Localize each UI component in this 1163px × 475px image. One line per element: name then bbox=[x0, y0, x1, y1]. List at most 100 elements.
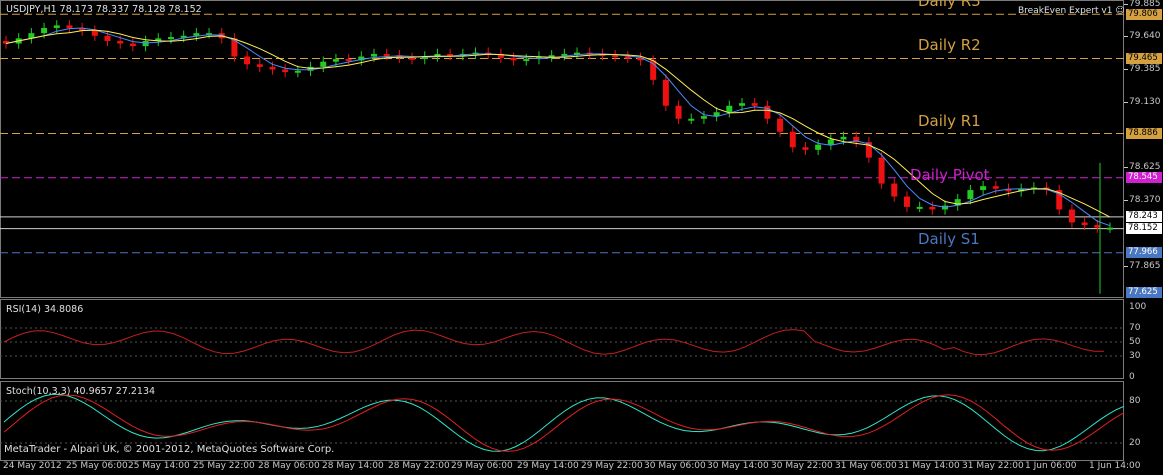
rsi-axis-label: 100 bbox=[1129, 302, 1147, 312]
expert-name: BreakEven Expert v1 ☺ bbox=[1018, 6, 1125, 16]
candle-body bbox=[282, 69, 289, 73]
rsi-axis-label: 30 bbox=[1129, 351, 1141, 361]
price-axis-tick bbox=[1124, 167, 1128, 169]
candle-body bbox=[662, 79, 669, 106]
candle-body bbox=[104, 35, 111, 41]
candle-body bbox=[1081, 222, 1088, 226]
rsi-canvas[interactable] bbox=[0, 299, 1124, 379]
price-tag: 77.966 bbox=[1126, 247, 1162, 259]
time-axis-label: 29 May 06:00 bbox=[451, 461, 513, 471]
price-axis-tick bbox=[1124, 101, 1128, 103]
candle-body bbox=[320, 61, 327, 67]
candle-body bbox=[1068, 209, 1075, 223]
level-label-1: Daily R2 bbox=[918, 36, 981, 55]
candle-body bbox=[992, 186, 999, 189]
candle-body bbox=[903, 196, 910, 207]
rsi-axis-label: 50 bbox=[1129, 337, 1141, 347]
candle-body bbox=[345, 59, 352, 62]
price-tag: 78.886 bbox=[1126, 128, 1162, 140]
price-tag: 79.806 bbox=[1126, 8, 1162, 20]
candle-body bbox=[802, 147, 809, 150]
time-axis-label: 30 May 06:00 bbox=[644, 461, 706, 471]
chart-header: USDJPY,H1 78.173 78.337 78.128 78.152 bbox=[6, 4, 202, 15]
candle-body bbox=[1094, 225, 1101, 228]
time-axis-label: 31 May 14:00 bbox=[898, 461, 960, 471]
time-axis-label: 31 May 22:00 bbox=[962, 461, 1024, 471]
price-axis-label: 79.130 bbox=[1129, 96, 1161, 107]
candle-body bbox=[41, 27, 48, 34]
candle-body bbox=[624, 56, 631, 59]
time-axis-label: 1 Jun 14:00 bbox=[1089, 461, 1141, 471]
price-axis-label: 78.625 bbox=[1129, 162, 1161, 173]
candle-body bbox=[129, 43, 136, 47]
price-tag: 78.243 bbox=[1126, 211, 1162, 223]
candle-body bbox=[700, 116, 707, 119]
candle-body bbox=[777, 118, 784, 132]
candle-body bbox=[980, 186, 987, 191]
stochastic-header: Stoch(10,3,3) 40.9657 27.2134 bbox=[6, 386, 156, 397]
candle-body bbox=[688, 118, 695, 121]
candle-body bbox=[726, 105, 733, 113]
price-axis-tick bbox=[1124, 200, 1128, 202]
rsi-axis-label: 70 bbox=[1129, 323, 1141, 333]
level-label-4: Daily S1 bbox=[918, 229, 980, 248]
time-axis-label: 29 May 22:00 bbox=[581, 461, 643, 471]
level-label-2: Daily R1 bbox=[918, 111, 981, 130]
price-tag: 78.545 bbox=[1126, 172, 1162, 184]
candle-body bbox=[878, 157, 885, 184]
time-axis-label: 30 May 14:00 bbox=[707, 461, 769, 471]
level-label-3: Daily Pivot bbox=[910, 165, 990, 184]
time-axis-label: 28 May 06:00 bbox=[258, 461, 320, 471]
time-axis-label: 28 May 14:00 bbox=[322, 461, 384, 471]
price-axis-label: 77.865 bbox=[1129, 260, 1161, 271]
time-axis-label: 25 May 06:00 bbox=[66, 461, 128, 471]
expert-label: BreakEven Expert v1 bbox=[1018, 6, 1113, 16]
time-axis-label: 25 May 14:00 bbox=[128, 461, 190, 471]
stochastic-axis: 80 20 bbox=[1124, 381, 1163, 461]
time-axis-label: 24 May 2012 bbox=[3, 461, 62, 471]
price-tag: 78.152 bbox=[1126, 223, 1162, 235]
price-axis-label: 78.370 bbox=[1129, 195, 1161, 206]
candle-body bbox=[739, 103, 745, 106]
candle-body bbox=[612, 55, 619, 58]
candle-body bbox=[269, 66, 276, 70]
rsi-axis: 100 70 50 30 0 bbox=[1124, 299, 1163, 382]
rsi-line bbox=[3, 329, 1104, 356]
candle-body bbox=[840, 136, 847, 140]
time-axis-label: 25 May 22:00 bbox=[193, 461, 255, 471]
price-axis-label: 79.640 bbox=[1129, 30, 1161, 41]
candle-body bbox=[523, 59, 530, 62]
time-axis-label: 1 Jun 06:00 bbox=[1025, 461, 1077, 471]
time-axis-label: 31 May 06:00 bbox=[835, 461, 897, 471]
time-axis-label: 29 May 14:00 bbox=[517, 461, 579, 471]
candle-body bbox=[294, 70, 301, 73]
candle-body bbox=[916, 206, 923, 209]
time-axis-label: 28 May 22:00 bbox=[388, 461, 450, 471]
candle-body bbox=[91, 30, 98, 36]
stochastic-axis-label: 80 bbox=[1129, 396, 1141, 406]
candle-body bbox=[827, 139, 834, 145]
candle-body bbox=[193, 33, 200, 36]
stochastic-axis-label: 20 bbox=[1129, 438, 1141, 448]
candle-body bbox=[675, 105, 682, 119]
price-axis-label: 79.385 bbox=[1129, 63, 1161, 74]
candle-body bbox=[66, 25, 73, 28]
price-axis-label: 79.885 bbox=[1129, 0, 1161, 9]
copyright-footer: MetaTrader - Alpari UK, © 2001-2012, Met… bbox=[4, 444, 335, 455]
candle-body bbox=[332, 59, 339, 62]
price-tag: 79.465 bbox=[1126, 52, 1162, 64]
candle-body bbox=[383, 53, 390, 56]
price-axis-tick bbox=[1124, 4, 1128, 5]
price-axis-tick bbox=[1124, 265, 1128, 267]
candle-body bbox=[751, 103, 758, 106]
price-tag: 77.625 bbox=[1126, 287, 1162, 298]
price-axis-tick bbox=[1124, 68, 1128, 70]
candle-body bbox=[167, 37, 174, 40]
candle-body bbox=[967, 190, 974, 200]
candle-body bbox=[117, 40, 124, 44]
candle-body bbox=[409, 57, 416, 60]
price-axis-tick bbox=[1124, 35, 1128, 37]
candle-body bbox=[256, 64, 263, 67]
candle-body bbox=[789, 131, 796, 148]
candle-body bbox=[244, 56, 251, 65]
